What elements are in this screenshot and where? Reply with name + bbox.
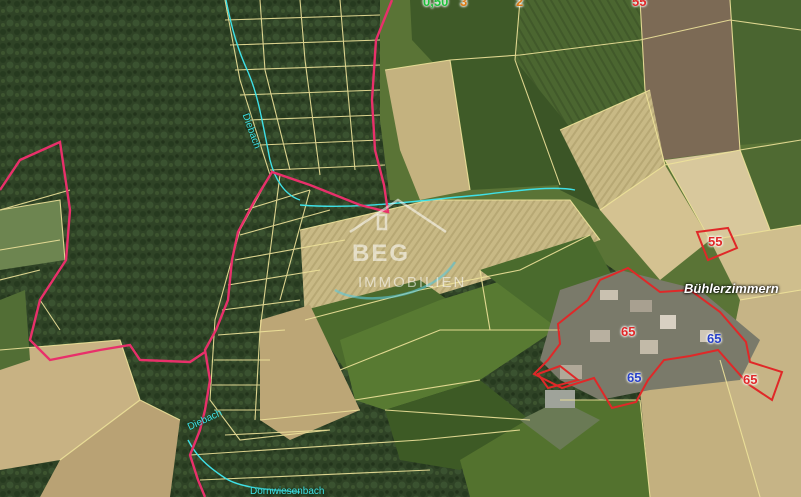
zone-label-top-red: 55 [632, 0, 647, 9]
zone-label-65-blue-b: 65 [627, 370, 642, 385]
zone-label-65-east: 65 [743, 372, 758, 387]
stream-label-dornwiesenbach: Dornwiesenbach [250, 486, 325, 497]
zone-label-top-orange-2: 2 [516, 0, 524, 9]
zone-label-top-orange: 3 [460, 0, 468, 9]
watermark-text-top: BEG [352, 240, 411, 267]
watermark-text-bottom: IMMOBILIEN [358, 274, 467, 291]
zone-label-65-west: 65 [621, 324, 636, 339]
zone-label-plot-55: 55 [708, 234, 723, 249]
zone-label-top-green: 0,50 [423, 0, 449, 9]
aerial-map[interactable]: 0,50 3 2 55 55 65 65 65 65 Bühlerzimmern… [0, 0, 801, 497]
zone-label-65-blue-a: 65 [707, 331, 722, 346]
place-name: Bühlerzimmern [684, 281, 779, 296]
